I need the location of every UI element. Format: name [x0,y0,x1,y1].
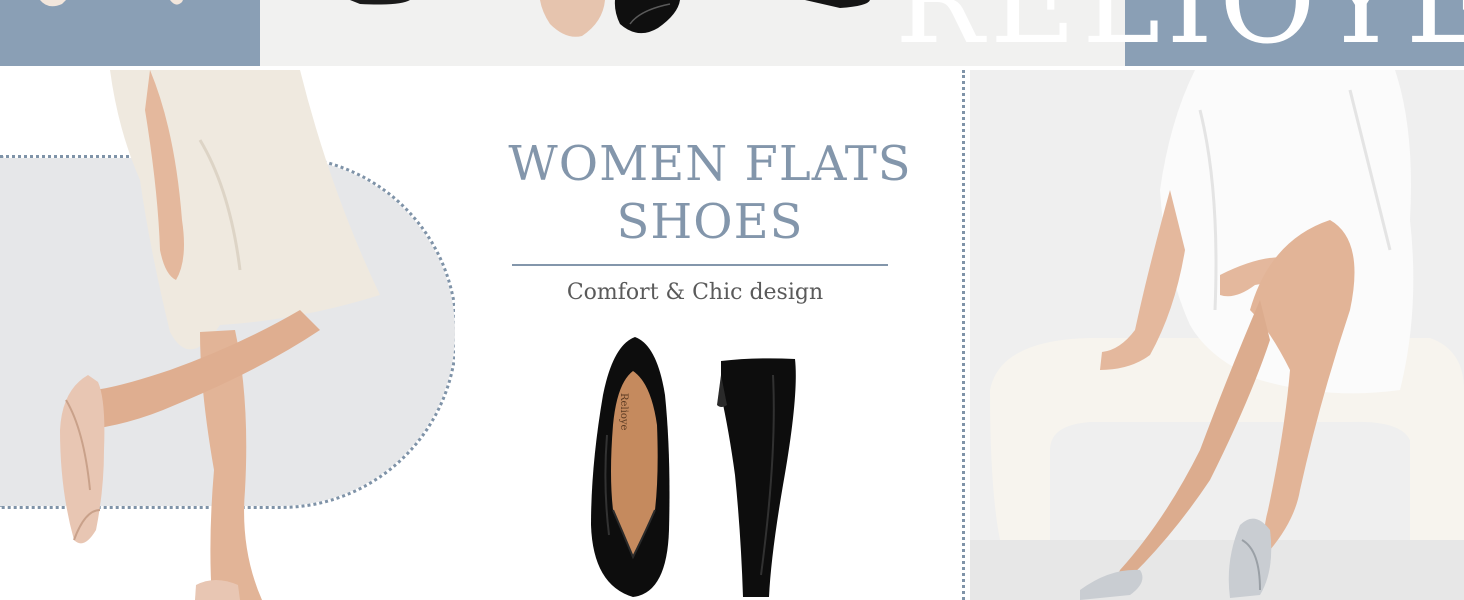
headline-line-1: WOMEN FLATS [508,136,912,192]
product-shoe-pair [591,337,796,597]
right-model-illustration [970,70,1464,600]
headline: WOMEN FLATS SHOES [455,135,965,251]
brand-wordmark: RELIOYE [895,0,1464,70]
headline-underline [512,264,888,266]
left-model-photo [0,70,455,600]
left-model-illustration [60,70,380,600]
product-banner: RELIOYE WOMEN FLATS SHOES Comfort & Chic… [0,0,1464,600]
insole-brand-mark: Relioye [618,393,629,431]
panel-divider-dotted [962,70,965,600]
tagline: Comfort & Chic design [566,280,824,305]
top-left-photo-crop [40,0,183,7]
top-accent-block-left [0,0,260,66]
headline-line-2: SHOES [616,194,804,250]
right-model-photo [970,70,1464,600]
shoe-side-view [721,358,796,597]
